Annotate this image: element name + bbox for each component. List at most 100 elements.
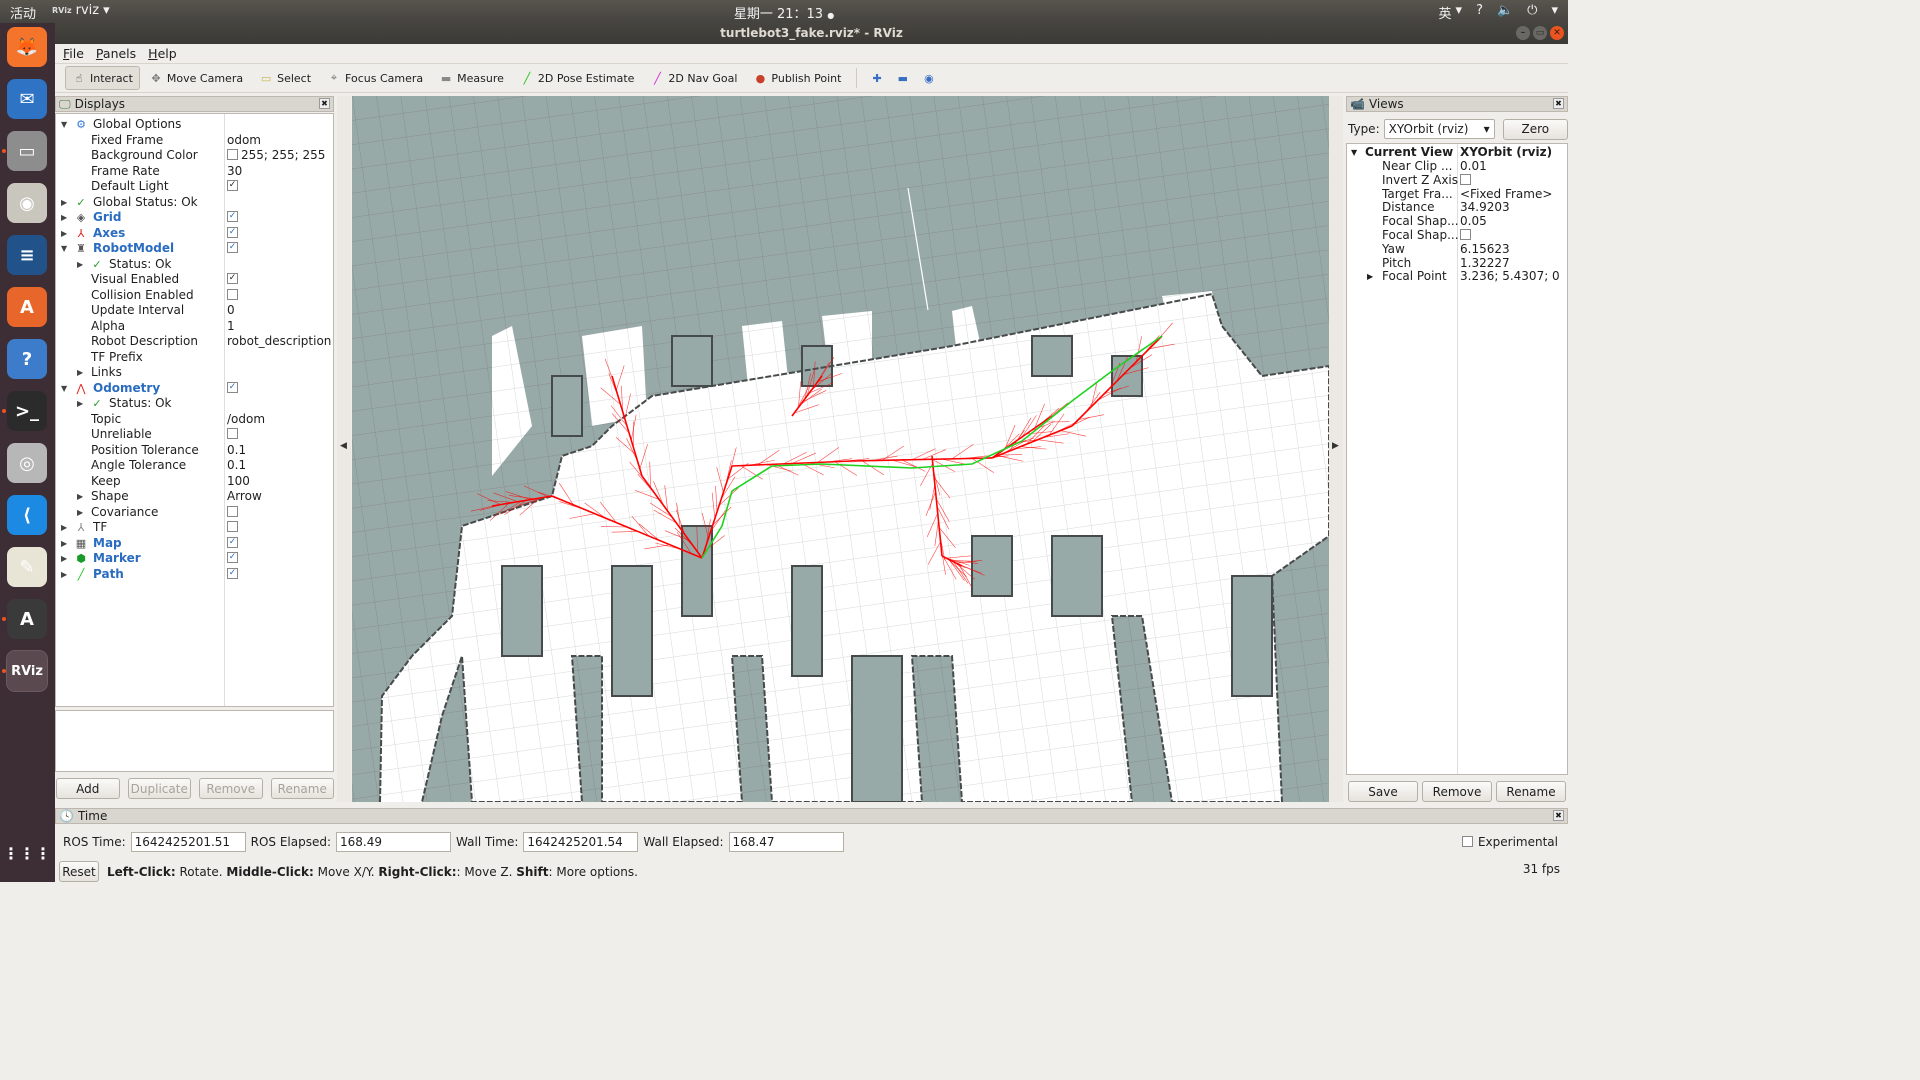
display-row-value[interactable]: 100: [227, 474, 250, 490]
checkbox-checked-icon[interactable]: ✓: [227, 381, 238, 393]
display-row[interactable]: Background Color 255; 255; 255: [56, 148, 333, 164]
tool-move-camera[interactable]: ✥ Move Camera: [142, 66, 250, 90]
tool-select[interactable]: ▭ Select: [252, 66, 318, 90]
view-property-row[interactable]: Invert Z Axis: [1347, 173, 1567, 188]
thunderbird-icon[interactable]: ✉: [7, 79, 47, 119]
display-row[interactable]: ▼ ⚙ Global Options: [56, 117, 333, 133]
view-property-checkbox[interactable]: [1460, 229, 1471, 243]
expand-down-icon[interactable]: ▼: [1351, 146, 1357, 160]
checkbox-empty-icon[interactable]: [1460, 173, 1471, 185]
display-checkbox[interactable]: ✓: [227, 567, 238, 583]
zero-button[interactable]: Zero: [1502, 118, 1568, 140]
display-checkbox[interactable]: [227, 427, 238, 443]
display-row[interactable]: Fixed Frame odom: [56, 133, 333, 149]
system-tray[interactable]: 英 ▾ ? 🔈 ⏻ ▾: [1439, 3, 1558, 22]
checkbox-checked-icon[interactable]: ✓: [227, 211, 238, 222]
wall-elapsed-field[interactable]: 168.47: [728, 832, 844, 852]
display-row[interactable]: ▶ ⬢ Marker ✓: [56, 551, 333, 567]
checkbox-empty-icon[interactable]: [227, 428, 238, 439]
tool-publish-point[interactable]: ● Publish Point: [746, 66, 848, 90]
rviz-icon[interactable]: RViz: [6, 650, 48, 692]
expand-right-icon[interactable]: ▶: [61, 536, 67, 552]
view-property-row[interactable]: Focal Shap...: [1347, 228, 1567, 243]
display-checkbox[interactable]: [227, 505, 238, 521]
display-row[interactable]: TF Prefix: [56, 350, 333, 366]
display-checkbox[interactable]: ✓: [227, 272, 238, 288]
expand-right-icon[interactable]: ▶: [61, 520, 67, 536]
display-row-value[interactable]: 0.1: [227, 458, 246, 474]
rename-view-button[interactable]: Rename: [1496, 781, 1566, 802]
checkbox-checked-icon[interactable]: ✓: [227, 567, 238, 579]
display-checkbox[interactable]: ✓: [227, 551, 238, 567]
view-type-select[interactable]: XYOrbit (rviz): [1383, 119, 1495, 139]
checkbox-checked-icon[interactable]: ✓: [227, 180, 238, 191]
expand-right-icon[interactable]: ▶: [61, 551, 67, 567]
view-property-row[interactable]: Distance 34.9203: [1347, 201, 1567, 215]
vscode-icon[interactable]: ⟨: [7, 495, 47, 535]
expand-down-icon[interactable]: ▼: [61, 241, 67, 257]
menu-file[interactable]: File: [63, 46, 84, 61]
checkbox-empty-icon[interactable]: [227, 288, 238, 300]
checkbox-empty-icon[interactable]: [227, 521, 238, 532]
render-viewport[interactable]: [352, 96, 1329, 802]
view-property-value[interactable]: 0.01: [1460, 159, 1487, 174]
view-property-value[interactable]: 6.15623: [1460, 242, 1510, 257]
tool-measure[interactable]: ▬ Measure: [432, 66, 511, 90]
files-icon[interactable]: ▭: [7, 131, 47, 171]
wall-time-field[interactable]: 1642425201.54: [523, 832, 639, 852]
view-property-checkbox[interactable]: [1460, 173, 1471, 188]
display-checkbox[interactable]: ✓: [227, 241, 238, 257]
expand-down-icon[interactable]: ▼: [61, 381, 67, 397]
writer-icon[interactable]: ≡: [7, 235, 47, 275]
remove-tool-icon[interactable]: ▬: [891, 66, 915, 90]
display-row-value[interactable]: 0.1: [227, 443, 246, 459]
expand-down-icon[interactable]: ▼: [61, 117, 67, 133]
display-row[interactable]: Collision Enabled: [56, 288, 333, 304]
clock[interactable]: 星期一 21：13 ●: [0, 3, 1568, 22]
close-panel-icon[interactable]: ✖: [1553, 810, 1564, 821]
ros-elapsed-field[interactable]: 168.49: [336, 832, 452, 852]
checkbox-empty-icon[interactable]: [1460, 229, 1471, 240]
display-checkbox[interactable]: ✓: [227, 179, 238, 195]
display-row[interactable]: ▶ ⅄ Axes ✓: [56, 226, 333, 242]
display-row[interactable]: ▶ ▦ Map ✓: [56, 536, 333, 552]
expand-right-icon[interactable]: ▶: [1367, 270, 1373, 284]
display-row[interactable]: Keep 100: [56, 474, 333, 490]
experimental-checkbox[interactable]: [1461, 835, 1473, 847]
views-tree[interactable]: ▼ Current View XYOrbit (rviz) Near Clip ...…: [1346, 143, 1568, 775]
display-row[interactable]: ▶ ✓ Global Status: Ok: [56, 195, 333, 211]
expand-right-icon[interactable]: ▶: [61, 195, 67, 211]
checkbox-checked-icon[interactable]: ✓: [227, 536, 238, 548]
add-display-button[interactable]: Add: [56, 778, 120, 799]
expand-right-icon[interactable]: ▶: [77, 257, 83, 273]
display-row[interactable]: Visual Enabled ✓: [56, 272, 333, 288]
display-row[interactable]: Frame Rate 30: [56, 164, 333, 180]
view-property-value[interactable]: <Fixed Frame>: [1460, 187, 1552, 202]
display-row[interactable]: ▶ Links: [56, 365, 333, 381]
checkbox-checked-icon[interactable]: ✓: [227, 242, 238, 253]
display-row[interactable]: ▶ ◈ Grid ✓: [56, 210, 333, 226]
display-row[interactable]: ▶ ╱ Path ✓: [56, 567, 333, 583]
ros-time-field[interactable]: 1642425201.51: [130, 832, 246, 852]
display-row-value[interactable]: 1: [227, 319, 235, 335]
displays-tree[interactable]: ▼ ⚙ Global Options Fixed Frame odom Backgroun…: [55, 113, 334, 707]
tool-interact[interactable]: ☝ Interact: [65, 66, 140, 90]
display-row[interactable]: Unreliable: [56, 427, 333, 443]
display-row[interactable]: Alpha 1: [56, 319, 333, 335]
display-checkbox[interactable]: [227, 520, 238, 536]
display-row-value[interactable]: 30: [227, 164, 242, 180]
expand-right-icon[interactable]: ▶: [77, 365, 83, 381]
window-titlebar[interactable]: turtlebot3_fake.rviz* - RViz – ▭ ✕: [55, 23, 1568, 44]
close-button[interactable]: ✕: [1550, 26, 1564, 40]
display-row[interactable]: ▶ Covariance: [56, 505, 333, 521]
chevron-down-icon[interactable]: ▾: [1551, 3, 1558, 22]
display-row[interactable]: Default Light ✓: [56, 179, 333, 195]
software-center-icon[interactable]: A: [7, 287, 47, 327]
tool-focus-camera[interactable]: ⌖ Focus Camera: [320, 66, 430, 90]
experimental-option[interactable]: Experimental: [1461, 835, 1558, 849]
show-applications-icon[interactable]: ⋮⋮⋮: [3, 833, 51, 873]
expand-right-icon[interactable]: ▶: [61, 210, 67, 226]
display-checkbox[interactable]: ✓: [227, 210, 238, 226]
terminal-icon[interactable]: >_: [7, 391, 47, 431]
close-panel-icon[interactable]: ✖: [1553, 98, 1564, 109]
